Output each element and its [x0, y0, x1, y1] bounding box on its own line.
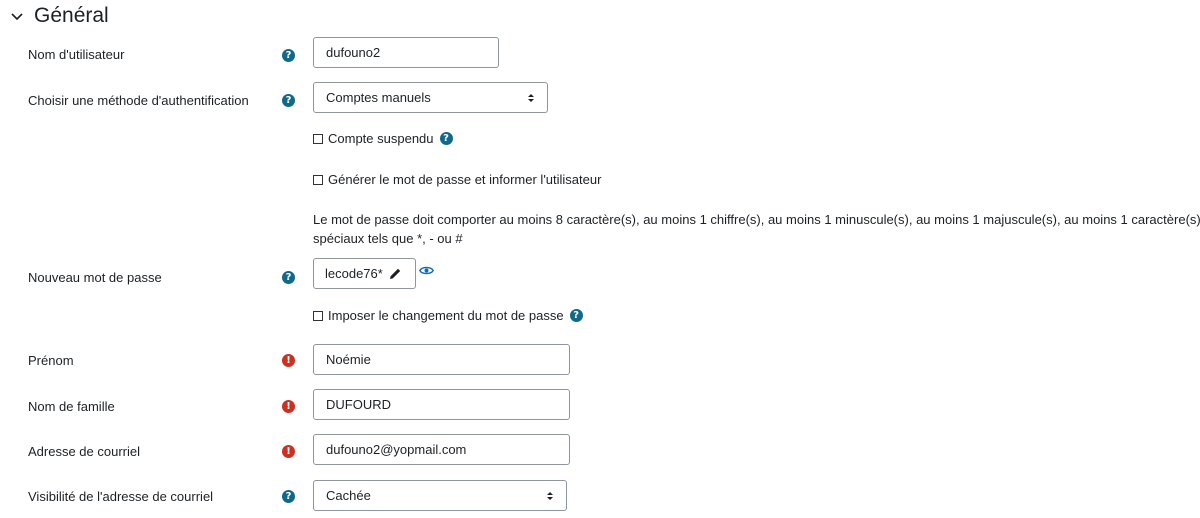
help-icon[interactable]: ?: [439, 132, 453, 145]
section-header-general[interactable]: Général: [10, 4, 109, 28]
auth-method-value: Comptes manuels: [326, 90, 431, 105]
lastname-input[interactable]: [313, 389, 570, 420]
help-icon[interactable]: ?: [282, 49, 295, 62]
auth-method-select[interactable]: Comptes manuels: [313, 82, 548, 113]
firstname-input[interactable]: [313, 344, 570, 375]
help-icon[interactable]: ?: [282, 271, 295, 284]
select-arrows-icon: [546, 491, 554, 501]
help-icon[interactable]: ?: [282, 94, 295, 107]
suspended-row: Compte suspendu ?: [313, 131, 453, 146]
username-input[interactable]: [313, 37, 499, 68]
email-input[interactable]: [313, 434, 570, 465]
pencil-icon[interactable]: [389, 267, 402, 280]
firstname-label: Prénom: [28, 353, 74, 368]
email-visibility-value: Cachée: [326, 488, 371, 503]
eye-icon[interactable]: [419, 265, 434, 276]
force-change-label: Imposer le changement du mot de passe: [328, 308, 564, 323]
new-password-label: Nouveau mot de passe: [28, 270, 162, 285]
email-visibility-label: Visibilité de l'adresse de courriel: [28, 489, 214, 504]
new-password-value: lecode76*: [325, 266, 383, 281]
email-label: Adresse de courriel: [28, 444, 140, 459]
auth-method-label: Choisir une méthode d'authentification: [28, 93, 249, 108]
generate-password-checkbox[interactable]: [313, 174, 323, 185]
new-password-field[interactable]: lecode76*: [313, 258, 416, 289]
suspended-label: Compte suspendu: [328, 131, 434, 146]
suspended-checkbox[interactable]: [313, 133, 323, 144]
email-visibility-select[interactable]: Cachée: [313, 480, 567, 511]
force-change-checkbox[interactable]: [313, 310, 323, 321]
chevron-down-icon: [11, 13, 23, 21]
lastname-label: Nom de famille: [28, 399, 115, 414]
help-icon[interactable]: ?: [569, 309, 583, 322]
select-arrows-icon: [527, 93, 535, 103]
generate-password-label: Générer le mot de passe et informer l'ut…: [328, 172, 602, 187]
section-title: Général: [34, 4, 109, 27]
force-change-row: Imposer le changement du mot de passe ?: [313, 308, 583, 323]
required-icon: !: [282, 354, 295, 367]
generate-password-row: Générer le mot de passe et informer l'ut…: [313, 172, 601, 187]
required-icon: !: [282, 445, 295, 458]
username-label: Nom d'utilisateur: [28, 47, 125, 62]
help-icon[interactable]: ?: [282, 490, 295, 503]
required-icon: !: [282, 400, 295, 413]
password-policy-text: Le mot de passe doit comporter au moins …: [313, 212, 1200, 246]
